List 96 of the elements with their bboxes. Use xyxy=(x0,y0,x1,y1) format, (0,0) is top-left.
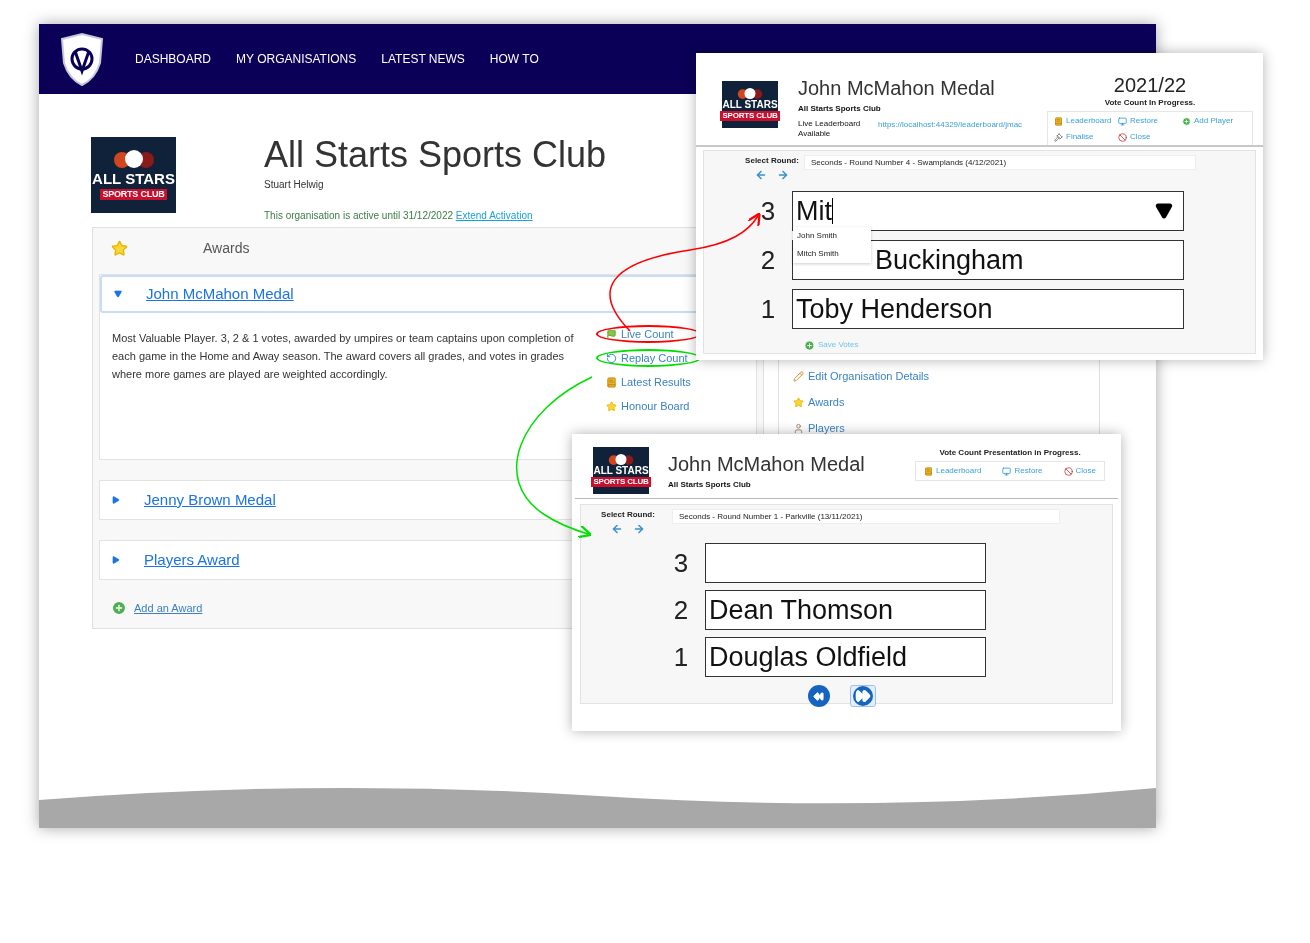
tool-link[interactable]: Leaderboard xyxy=(924,465,982,477)
vote-value: Mit xyxy=(796,197,832,225)
status-text: Vote Count Presentation in Progress. xyxy=(939,447,1081,459)
nav-link[interactable]: HOW TO xyxy=(489,50,539,68)
vote-field[interactable]: Toby Henderson xyxy=(792,289,1184,329)
star-icon xyxy=(793,396,804,408)
caret-right-icon xyxy=(112,496,120,504)
vote-field[interactable]: Dean Thomson xyxy=(705,590,986,630)
select-round-label: Select Round: xyxy=(745,155,799,167)
add-icon xyxy=(804,339,815,351)
award-action-link[interactable]: Honour Board xyxy=(596,397,701,415)
award-link[interactable]: John McMahon Medal xyxy=(146,282,294,306)
rewind-icon xyxy=(813,690,824,702)
window-title: John McMahon Medal xyxy=(798,76,996,101)
next-round-icon[interactable] xyxy=(777,169,789,181)
nav-link[interactable]: LATEST NEWS xyxy=(381,50,465,68)
caret-down-icon xyxy=(114,290,122,298)
season-label: 2021/22 xyxy=(1113,73,1187,97)
round-field[interactable]: Seconds - Round Number 1 - Parkville (13/11/2021) xyxy=(672,509,1060,524)
vote-points: 1 xyxy=(759,292,777,326)
logo-subtitle: SPORTS CLUB xyxy=(720,111,780,121)
award-link[interactable]: Jenny Brown Medal xyxy=(144,488,276,512)
tool-link[interactable]: Finalise xyxy=(1054,131,1118,143)
caret-right-icon xyxy=(112,556,120,564)
award-description: Most Valuable Player. 3, 2 & 1 votes, awarded by umpires or team captains upon completion of each game in the Home and Away season. The award covers all grades, and votes in grades where more games are played are weighted accordingly. xyxy=(112,331,575,382)
award-link[interactable]: Players Award xyxy=(144,548,240,572)
tool-link[interactable]: Add Player xyxy=(1182,115,1246,127)
status-text: Vote Count In Progress. xyxy=(1104,97,1196,109)
ban-icon xyxy=(1118,132,1127,142)
book-icon xyxy=(606,376,617,388)
previous-round-icon[interactable] xyxy=(611,523,623,535)
vote-points: 3 xyxy=(672,546,690,580)
monitor-icon xyxy=(1002,466,1012,476)
balls-icon xyxy=(736,88,764,99)
leaderboard-url-link[interactable]: https://localhost:44329/leaderboard/jmac xyxy=(878,119,1023,139)
organisation-owner: Stuart Helwig xyxy=(264,178,325,192)
activation-status: This organisation is active until 31/12/2022 Extend Activation xyxy=(264,209,534,223)
side-menu-link[interactable]: Edit Organisation Details xyxy=(793,368,1099,384)
vote-field[interactable]: Mit xyxy=(792,191,1184,231)
tool-link[interactable]: Close xyxy=(1063,465,1096,477)
book-icon xyxy=(924,466,933,476)
suggestion-item[interactable]: Mitch Smith xyxy=(797,248,871,260)
leaderboard-label: Live Leaderboard Available xyxy=(798,119,862,139)
flag-icon xyxy=(606,328,617,340)
club-name: All Starts Sports Club xyxy=(798,103,882,115)
round-field[interactable]: Seconds - Round Number 4 - Swamplands (4/12/2021) xyxy=(804,155,1196,170)
side-menu-link[interactable]: Awards xyxy=(793,394,1099,410)
logo-title: ALL STARS xyxy=(722,100,778,110)
fast-forward-icon xyxy=(852,686,873,706)
fast-forward-button[interactable] xyxy=(849,685,876,707)
logo-title: ALL STARS xyxy=(92,171,175,186)
ban-icon xyxy=(1063,466,1073,476)
vote-value: Buckingham xyxy=(875,246,1024,274)
replay-icon xyxy=(606,352,617,364)
dropdown-caret-icon xyxy=(1155,202,1173,220)
vote-points: 1 xyxy=(672,640,690,674)
add-icon xyxy=(111,600,127,617)
select-round-label: Select Round: xyxy=(601,509,655,521)
club-name: All Starts Sports Club xyxy=(668,479,752,491)
vote-field[interactable] xyxy=(705,543,986,583)
star-icon xyxy=(111,239,128,257)
pencil-icon xyxy=(793,370,804,382)
nav-link[interactable]: MY ORGANISATIONS xyxy=(236,50,357,68)
organisation-title: All Starts Sports Club xyxy=(264,133,607,177)
vote-value: Dean Thomson xyxy=(709,596,894,624)
gavel-icon xyxy=(1054,132,1063,142)
vote-points: 2 xyxy=(759,243,777,277)
suggestion-item[interactable]: John Smith xyxy=(797,230,871,242)
card-header: Awards xyxy=(203,238,250,258)
logo-subtitle: SPORTS CLUB xyxy=(100,189,167,200)
monitor-icon xyxy=(1118,116,1127,126)
balls-icon xyxy=(111,150,156,168)
balls-icon xyxy=(607,454,635,465)
logo-title: ALL STARS xyxy=(593,466,649,476)
book-icon xyxy=(1054,116,1063,126)
side-menu-link[interactable]: Players xyxy=(793,420,1099,436)
user-icon xyxy=(793,422,804,434)
vote-value: Toby Henderson xyxy=(796,295,993,323)
vote-points: 3 xyxy=(759,194,777,228)
tool-link[interactable]: Restore xyxy=(1118,115,1182,127)
window-title: John McMahon Medal xyxy=(668,452,865,477)
nav-link[interactable]: DASHBOARD xyxy=(135,50,211,68)
next-round-icon[interactable] xyxy=(633,523,645,535)
extend-activation-link[interactable]: Extend Activation xyxy=(455,210,533,221)
tool-link[interactable]: Close xyxy=(1118,131,1182,143)
add-icon xyxy=(1182,116,1191,126)
vote-value: Douglas Oldfield xyxy=(709,643,908,671)
vote-field[interactable]: Douglas Oldfield xyxy=(705,637,986,677)
tool-link[interactable]: Restore xyxy=(1002,465,1043,477)
award-action-link[interactable]: Latest Results xyxy=(596,373,701,391)
logo-subtitle: SPORTS CLUB xyxy=(591,477,651,487)
rewind-button[interactable] xyxy=(807,685,830,707)
vote-points: 2 xyxy=(672,593,690,627)
previous-round-icon[interactable] xyxy=(755,169,767,181)
tool-link[interactable]: Leaderboard xyxy=(1054,115,1118,127)
star-icon xyxy=(606,400,617,412)
